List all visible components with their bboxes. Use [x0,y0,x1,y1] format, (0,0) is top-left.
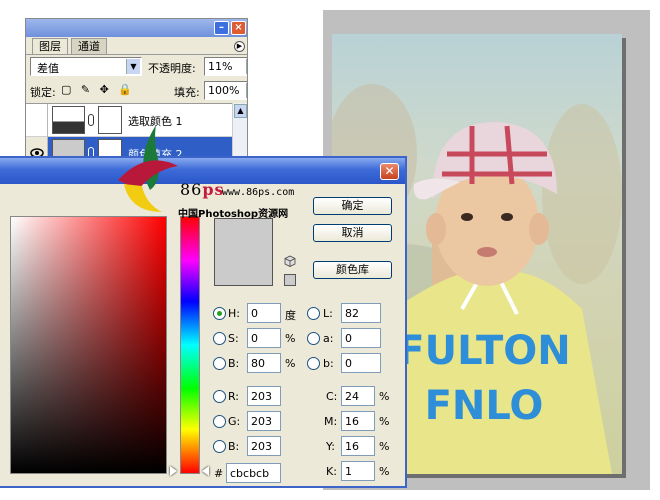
blue-label: B: [228,440,240,453]
red-label: R: [228,390,240,403]
radio-saturation[interactable] [213,332,226,345]
fill-label: 填充: [174,86,200,99]
blue-input[interactable]: 203 [247,436,281,456]
watermark-brand-number: 86 [180,180,203,199]
lightness-input[interactable]: 82 [341,303,381,323]
saturation-label: S: [228,332,239,345]
tab-layers[interactable]: 图层 [32,38,68,54]
web-cube-icon[interactable] [284,255,296,267]
lightness-label: L: [323,307,333,320]
magenta-unit: % [379,415,390,428]
a-channel-label: a: [323,332,334,345]
chevron-down-icon[interactable]: ▼ [126,59,140,74]
green-input[interactable]: 203 [247,411,281,431]
shirt-text-1: FULTON [397,328,570,374]
yellow-input[interactable]: 16 [341,436,375,456]
hue-unit: 度 [285,309,296,322]
watermark-logo [118,125,178,212]
green-label: G: [228,415,241,428]
hue-input[interactable]: 0 [247,303,281,323]
magenta-label: M: [324,415,338,428]
watermark-url: www.86ps.com [222,187,295,198]
ok-button[interactable]: 确定 [313,197,392,215]
radio-hue[interactable] [213,307,226,320]
radio-b-channel[interactable] [307,357,320,370]
cancel-button[interactable]: 取消 [313,224,392,242]
tab-divider [26,54,247,55]
link-icon [88,114,94,126]
b-channel-input[interactable]: 0 [341,353,381,373]
color-libraries-button[interactable]: 颜色库 [313,261,392,279]
radio-a-channel[interactable] [307,332,320,345]
visibility-toggle[interactable] [26,104,48,137]
saturation-unit: % [285,332,296,345]
lock-label: 锁定: [30,86,56,99]
hue-label: H: [228,307,240,320]
yellow-unit: % [379,440,390,453]
opacity-value: 11% [208,60,233,73]
new-color-swatch[interactable] [214,218,273,286]
radio-lightness[interactable] [307,307,320,320]
b-channel-label: b: [323,357,334,370]
lock-icons[interactable]: ▢ ✎ ✥ 🔒 [61,83,135,96]
red-input[interactable]: 203 [247,386,281,406]
close-icon[interactable]: × [231,21,246,35]
cyan-unit: % [379,390,390,403]
slider-handle-right-icon[interactable] [202,466,209,476]
hex-input[interactable]: cbcbcb [226,463,281,483]
watermark-site-name: 中国Photoshop资源网 [178,209,289,220]
chevron-right-icon[interactable]: ▶ [246,59,247,74]
hex-label: # [214,467,224,480]
close-icon[interactable]: ✕ [380,163,399,180]
radio-blue[interactable] [213,440,226,453]
a-channel-input[interactable]: 0 [341,328,381,348]
fill-value: 100% [208,84,240,97]
black-unit: % [379,465,390,478]
cyan-input[interactable]: 24 [341,386,375,406]
saturation-input[interactable]: 0 [247,328,281,348]
radio-red[interactable] [213,390,226,403]
fill-field[interactable]: 100% ▶ [204,81,247,100]
radio-brightness[interactable] [213,357,226,370]
cyan-label: C: [326,390,338,403]
opacity-label: 不透明度: [148,62,196,75]
brightness-input[interactable]: 80 [247,353,281,373]
blend-mode-value: 差值 [37,62,59,75]
hue-slider[interactable] [180,216,200,474]
panel-menu-icon[interactable]: ▶ [234,41,245,52]
minimize-icon[interactable]: – [214,21,229,35]
radio-green[interactable] [213,415,226,428]
web-safe-swatch[interactable] [284,274,296,286]
color-field[interactable] [10,216,167,474]
layer-thumbnail [52,106,85,134]
tab-channels[interactable]: 通道 [71,38,107,54]
blend-mode-select[interactable]: 差值 ▼ [30,57,142,76]
magenta-input[interactable]: 16 [341,411,375,431]
opacity-field[interactable]: 11% ▶ [204,57,247,76]
black-input[interactable]: 1 [341,461,375,481]
chevron-right-icon[interactable]: ▶ [246,83,247,98]
brightness-label: B: [228,357,240,370]
black-label: K: [326,465,337,478]
watermark-brand: 86ps [180,180,225,199]
yellow-label: Y: [326,440,335,453]
chevron-up-icon[interactable]: ▲ [234,104,247,118]
brightness-unit: % [285,357,296,370]
shirt-text-2: FNLO [425,383,544,429]
slider-handle-left-icon[interactable] [170,466,177,476]
